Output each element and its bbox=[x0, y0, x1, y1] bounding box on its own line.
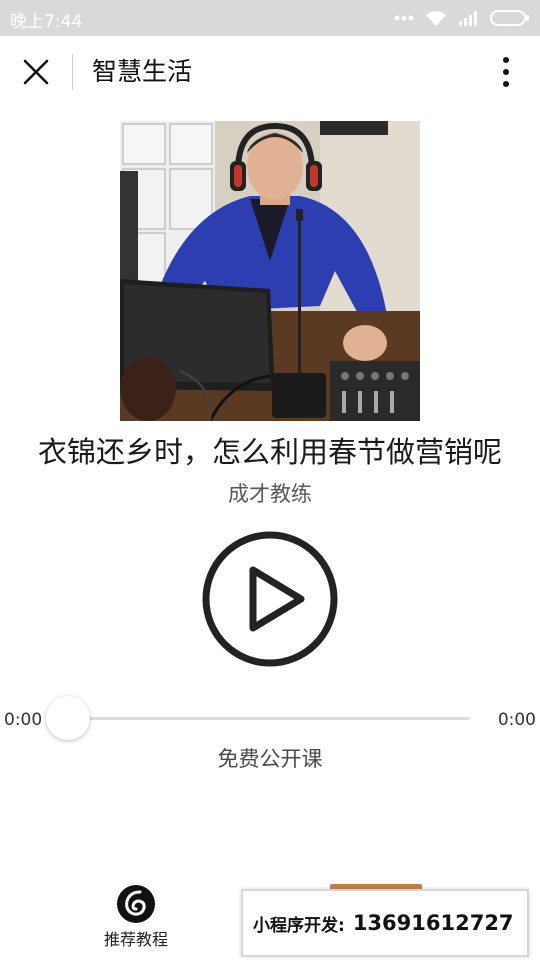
progress-thumb[interactable] bbox=[46, 696, 90, 740]
track-title: 衣锦还乡时，怎么利用春节做营销呢 bbox=[37, 435, 502, 469]
close-button[interactable] bbox=[18, 54, 54, 90]
nav-bar: 智慧生活 bbox=[0, 36, 540, 108]
status-icons bbox=[394, 8, 530, 28]
promo-banner[interactable]: 小程序开发: 13691612727 bbox=[241, 889, 529, 957]
promo-label: 小程序开发: bbox=[253, 915, 345, 936]
cellular-signal-icon bbox=[458, 10, 480, 26]
progress-bar[interactable] bbox=[68, 717, 470, 720]
tab-label: 推荐教程 bbox=[103, 930, 168, 949]
status-bar: 晚上7:44 bbox=[0, 0, 540, 36]
more-vertical-icon bbox=[503, 57, 509, 87]
nav-divider bbox=[72, 54, 73, 90]
play-icon bbox=[202, 531, 338, 667]
netease-music-icon bbox=[117, 885, 155, 923]
wifi-icon bbox=[424, 9, 448, 27]
current-time: 0:00 bbox=[4, 710, 43, 730]
total-time: 0:00 bbox=[497, 710, 536, 730]
signal-dots-icon bbox=[394, 15, 414, 21]
cover-image bbox=[120, 121, 420, 421]
promo-phone: 13691612727 bbox=[352, 911, 514, 935]
play-button[interactable] bbox=[201, 530, 339, 668]
tab-recommend[interactable]: 推荐教程 bbox=[96, 884, 176, 954]
track-author: 成才教练 bbox=[228, 482, 312, 506]
page-title: 智慧生活 bbox=[92, 57, 193, 86]
status-time: 晚上7:44 bbox=[10, 12, 83, 32]
more-button[interactable] bbox=[492, 54, 520, 90]
battery-icon bbox=[490, 9, 530, 27]
category-label: 免费公开课 bbox=[217, 747, 323, 771]
close-icon bbox=[23, 59, 49, 85]
